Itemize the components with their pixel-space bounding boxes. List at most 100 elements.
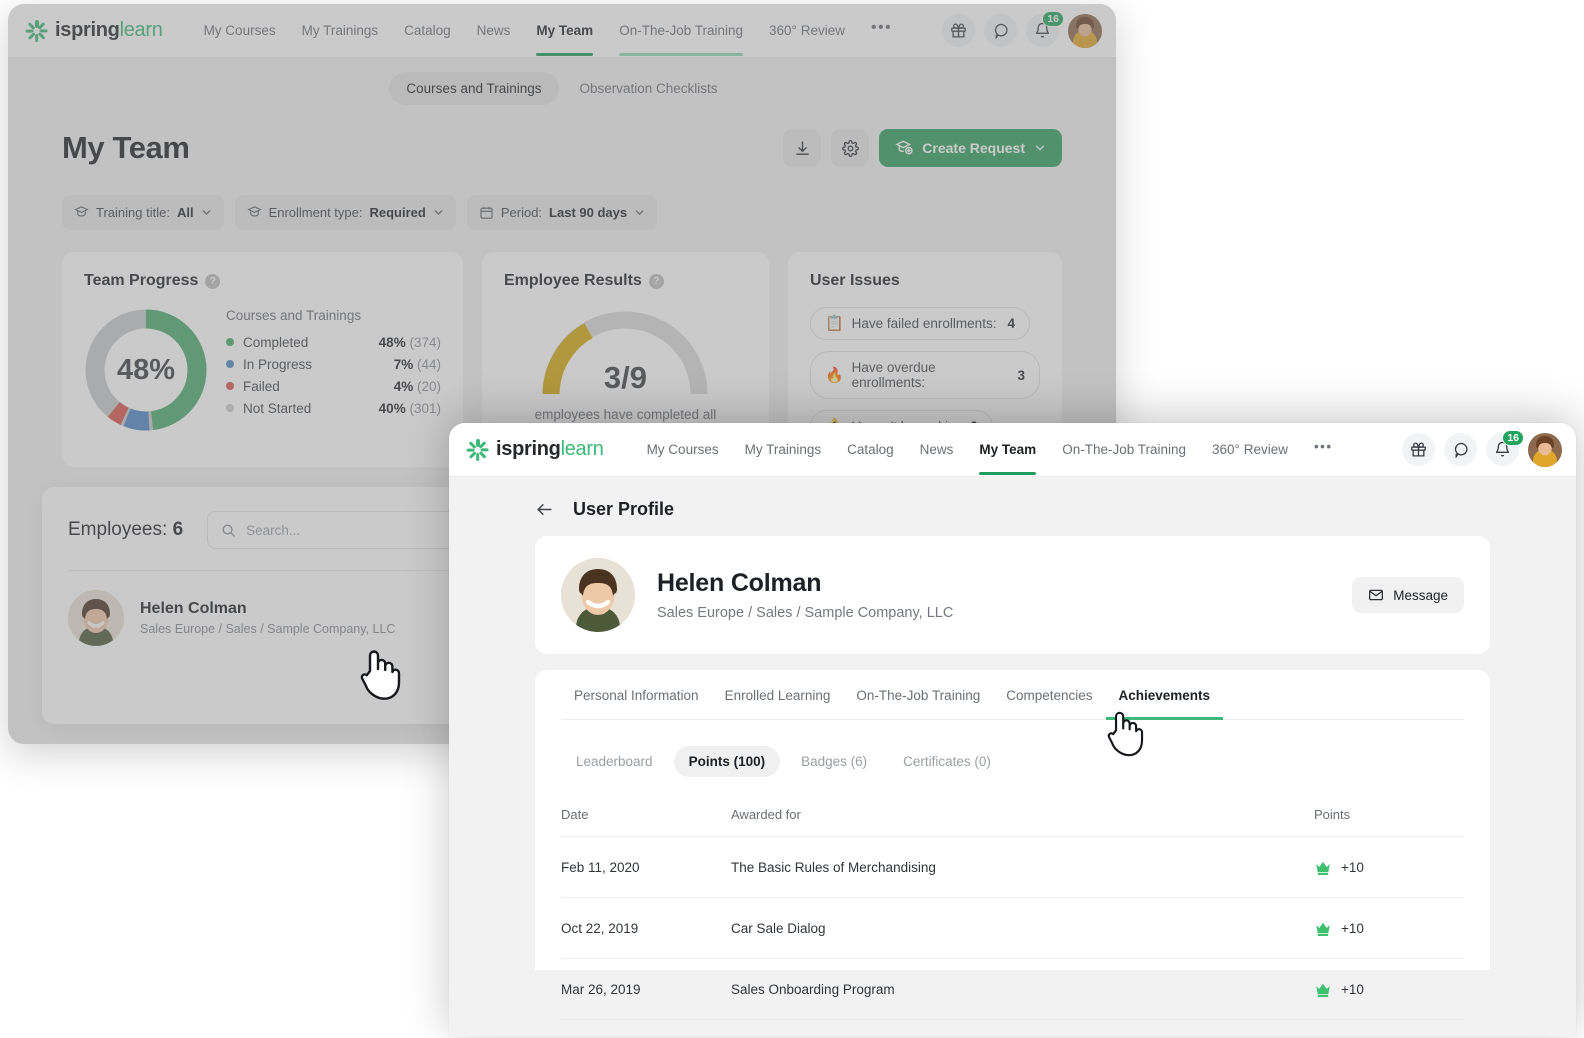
employee-results-gauge-chart: 3/9 (537, 306, 713, 398)
subtab-badges[interactable]: Badges (6) (786, 746, 882, 777)
legend-dot-not-started (226, 404, 234, 412)
back-arrow-icon[interactable] (535, 500, 554, 519)
subtab-points[interactable]: Points (100) (673, 746, 781, 777)
notifications-bell-icon[interactable]: 16 (1026, 11, 1064, 47)
message-button[interactable]: Message (1352, 577, 1464, 613)
filter-period[interactable]: Period: Last 90 days (466, 195, 658, 230)
notifications-badge: 16 (1042, 11, 1064, 27)
legend-count-not-started: (301) (409, 400, 441, 416)
user-avatar[interactable] (1068, 13, 1102, 48)
page-title: My Team (62, 130, 190, 165)
nav-news[interactable]: News (464, 6, 524, 56)
legend-pct-in-progress: 7% (393, 356, 414, 372)
ispring-logo-icon (25, 19, 48, 42)
front-topbar-actions: 16 (1402, 430, 1576, 467)
chevron-down-icon (202, 210, 210, 215)
gift-icon[interactable] (1402, 433, 1435, 466)
team-progress-title-text: Team Progress (84, 272, 199, 289)
team-progress-card: Team Progress ? 48% Courses and Training… (62, 252, 463, 467)
tab-competencies[interactable]: Competencies (993, 670, 1105, 719)
ispring-learn-logo[interactable]: ispringlearn (25, 19, 163, 42)
table-row[interactable]: Mar 26, 2019 Sales Onboarding Program +1… (561, 958, 1464, 1020)
cell-awarded-for: The Basic Rules of Merchandising (731, 836, 1314, 898)
subtab-certificates[interactable]: Certificates (0) (888, 746, 1006, 777)
nav-catalog[interactable]: Catalog (391, 6, 464, 56)
tab-on-the-job-training[interactable]: On-The-Job Training (843, 670, 993, 719)
issue-overdue-enrollments[interactable]: 🔥 Have overdue enrollments: 3 (809, 351, 1040, 399)
issue-overdue-enrollments-count: 3 (1017, 367, 1025, 383)
cell-awarded-for: Car Sale Dialog (731, 897, 1314, 959)
page-header-row: My Team Create Request (62, 129, 1062, 167)
help-icon[interactable]: ? (205, 273, 221, 289)
user-avatar[interactable] (1528, 432, 1562, 467)
segment-courses-and-trainings[interactable]: Courses and Trainings (389, 72, 559, 105)
nav-360-review[interactable]: 360° Review (756, 6, 858, 56)
filter-training-title-value: All (176, 205, 194, 220)
points-table: Date Awarded for Points Feb 11, 2020 The… (561, 801, 1464, 1020)
nav-my-team[interactable]: My Team (523, 6, 606, 56)
search-icon (222, 524, 235, 537)
cell-points: +10 (1341, 981, 1364, 997)
employee-avatar (68, 590, 124, 646)
nav-my-team[interactable]: My Team (966, 425, 1049, 475)
table-row[interactable]: Feb 11, 2020 The Basic Rules of Merchand… (561, 836, 1464, 898)
nav-catalog[interactable]: Catalog (834, 425, 907, 475)
ispring-learn-logo[interactable]: ispringlearn (466, 438, 604, 461)
filter-period-label: Period: (500, 205, 543, 220)
filter-bar: Training title: All Enrollment type: Req… (62, 195, 1062, 230)
achievements-subtabs: Leaderboard Points (100) Badges (6) Cert… (561, 720, 1464, 785)
gift-icon[interactable] (942, 14, 975, 47)
my-team-content: My Team Create Request Training title: A… (8, 111, 1116, 467)
profile-header-card: Helen Colman Sales Europe / Sales / Samp… (535, 536, 1490, 654)
legend-item-not-started: Not Started 40% (301) (226, 397, 441, 419)
gauge-center-label: 3/9 (603, 360, 647, 395)
settings-gear-button[interactable] (831, 129, 870, 167)
column-header-awarded-for: Awarded for (731, 801, 1314, 837)
nav-my-courses[interactable]: My Courses (191, 6, 289, 56)
nav-news[interactable]: News (907, 425, 967, 475)
nav-more-icon[interactable]: ••• (1301, 427, 1346, 472)
filter-enrollment-type[interactable]: Enrollment type: Required (234, 195, 456, 230)
user-issues-title-text: User Issues (809, 272, 900, 289)
filter-enrollment-type-label: Enrollment type: (268, 205, 363, 220)
page-title: User Profile (573, 499, 675, 519)
logo-text-light: learn (560, 438, 604, 460)
nav-on-the-job-training[interactable]: On-The-Job Training (1049, 425, 1199, 475)
tab-personal-information[interactable]: Personal Information (561, 670, 712, 719)
segment-observation-checklists[interactable]: Observation Checklists (563, 72, 735, 105)
legend-dot-in-progress (226, 360, 234, 368)
cell-date: Feb 11, 2020 (561, 836, 731, 898)
nav-more-icon[interactable]: ••• (858, 7, 905, 55)
legend-item-failed: Failed 4% (20) (226, 375, 441, 397)
screenshot-stage: ispringlearn My Courses My Trainings Cat… (0, 0, 1584, 1038)
chat-icon[interactable] (1444, 433, 1477, 466)
table-row[interactable]: Oct 22, 2019 Car Sale Dialog +10 (561, 897, 1464, 959)
team-progress-title: Team Progress ? (84, 272, 441, 290)
help-icon[interactable]: ? (648, 273, 664, 289)
employees-count-value: 6 (172, 519, 184, 540)
notifications-bell-icon[interactable]: 16 (1486, 430, 1524, 466)
nav-on-the-job-training[interactable]: On-The-Job Training (606, 6, 756, 56)
employees-count: Employees: 6 (68, 519, 183, 541)
employee-results-title-text: Employee Results (503, 272, 642, 289)
employee-name: Helen Colman (140, 600, 247, 617)
nav-my-trainings[interactable]: My Trainings (732, 425, 835, 475)
cell-date: Mar 26, 2019 (561, 958, 731, 1020)
nav-my-courses[interactable]: My Courses (634, 425, 732, 475)
legend-label-completed: Completed (243, 334, 309, 350)
filter-training-title[interactable]: Training title: All (62, 195, 224, 230)
tab-achievements[interactable]: Achievements (1105, 670, 1224, 720)
clipboard-icon: 📋 (824, 315, 844, 332)
graduation-cap-icon (246, 206, 262, 217)
chat-icon[interactable] (984, 14, 1017, 47)
nav-my-trainings[interactable]: My Trainings (289, 6, 392, 56)
tab-enrolled-learning[interactable]: Enrolled Learning (712, 670, 844, 719)
subtab-leaderboard[interactable]: Leaderboard (561, 746, 668, 777)
download-button[interactable] (783, 129, 822, 167)
column-header-date: Date (561, 801, 731, 837)
column-header-points: Points (1314, 801, 1464, 837)
issue-failed-enrollments[interactable]: 📋 Have failed enrollments: 4 (809, 307, 1030, 340)
filter-period-value: Last 90 days (549, 205, 628, 220)
nav-360-review[interactable]: 360° Review (1199, 425, 1301, 475)
create-request-button[interactable]: Create Request (879, 129, 1062, 167)
